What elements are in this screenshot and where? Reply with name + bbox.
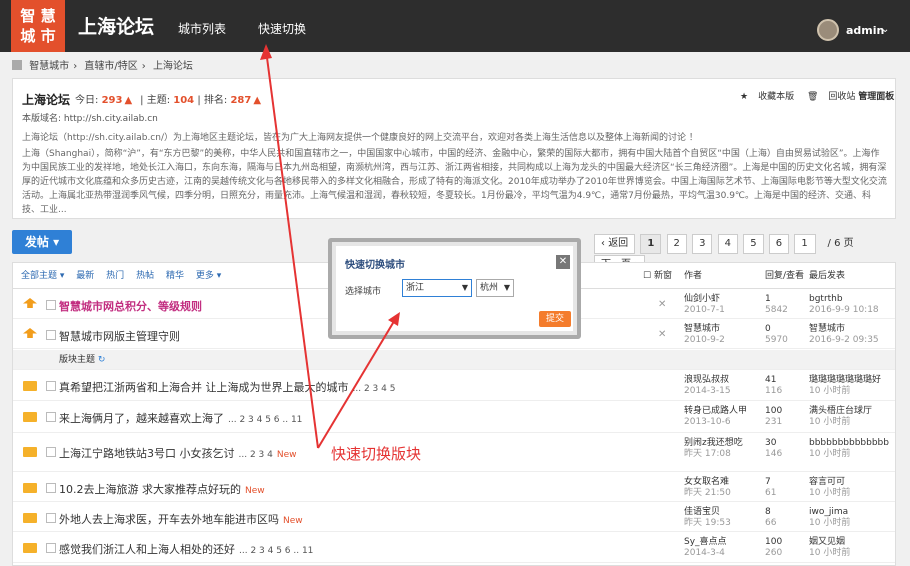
annotation-arrow — [260, 44, 400, 449]
annotation-text: 快速切换版块 — [331, 445, 422, 463]
